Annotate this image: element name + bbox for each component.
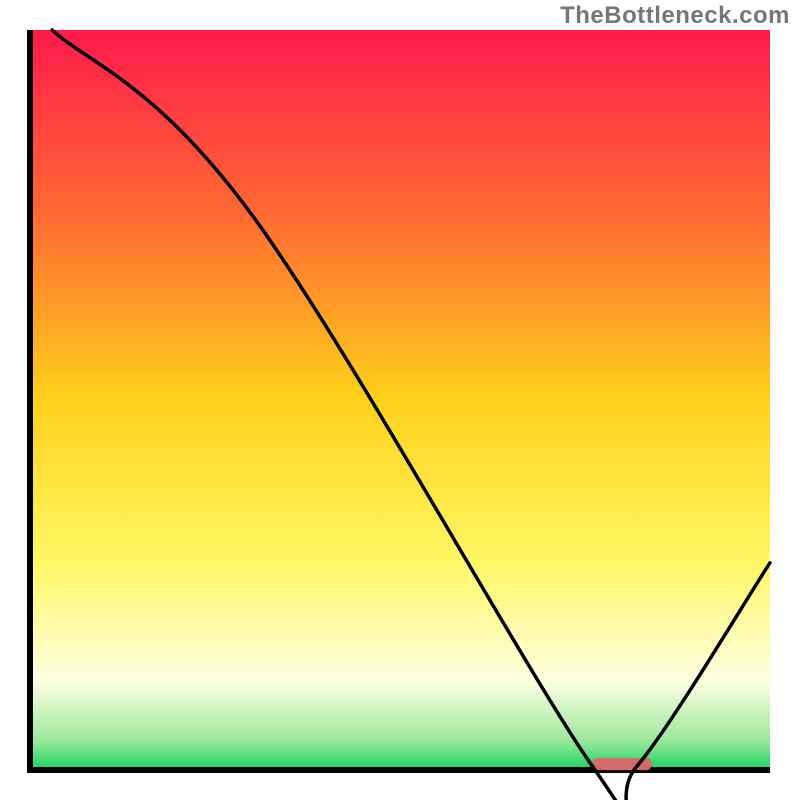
chart-frame: TheBottleneck.com — [0, 0, 800, 800]
watermark-text: TheBottleneck.com — [560, 2, 790, 30]
plot-background — [30, 30, 770, 770]
bottleneck-chart — [0, 0, 800, 800]
